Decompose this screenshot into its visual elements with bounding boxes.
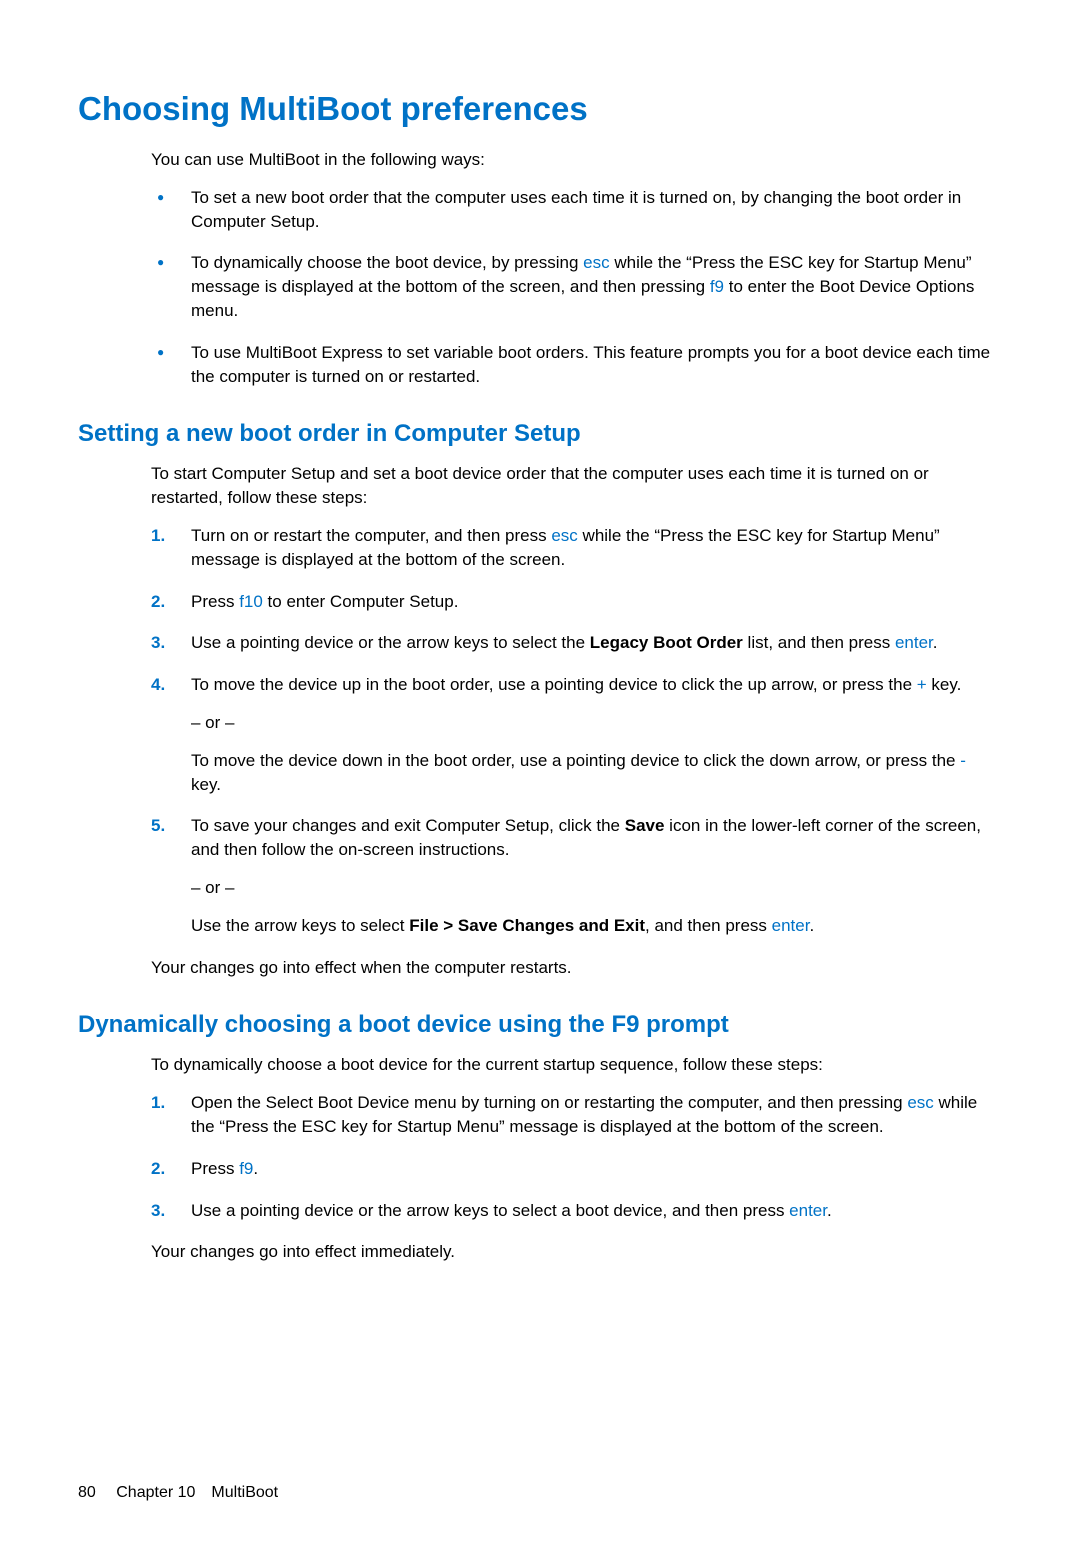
key-minus: -	[960, 751, 966, 770]
text: To move the device up in the boot order,…	[191, 675, 917, 694]
step: To save your changes and exit Computer S…	[151, 814, 998, 937]
section-intro: To start Computer Setup and set a boot d…	[151, 462, 998, 510]
steps-list: Open the Select Boot Device menu by turn…	[151, 1091, 998, 1222]
chapter-label: Chapter 10 MultiBoot	[116, 1484, 278, 1501]
step: To move the device up in the boot order,…	[151, 673, 998, 796]
text: Use a pointing device or the arrow keys …	[191, 633, 590, 652]
page-title: Choosing MultiBoot preferences	[78, 90, 998, 128]
text: Turn on or restart the computer, and the…	[191, 526, 551, 545]
text: .	[827, 1201, 832, 1220]
key-enter: enter	[772, 916, 810, 935]
step: Use a pointing device or the arrow keys …	[151, 1199, 998, 1223]
intro-text: You can use MultiBoot in the following w…	[151, 148, 998, 172]
key-esc: esc	[583, 253, 609, 272]
text: .	[809, 916, 814, 935]
text: .	[933, 633, 938, 652]
text: , and then press	[645, 916, 772, 935]
step: Press f10 to enter Computer Setup.	[151, 590, 998, 614]
page-number: 80	[78, 1484, 96, 1502]
step: Open the Select Boot Device menu by turn…	[151, 1091, 998, 1139]
steps-list: Turn on or restart the computer, and the…	[151, 524, 998, 938]
text: Open the Select Boot Device menu by turn…	[191, 1093, 907, 1112]
key-f9: f9	[239, 1159, 253, 1178]
text: Press	[191, 1159, 239, 1178]
text: To dynamically choose the boot device, b…	[191, 253, 583, 272]
section-intro: To dynamically choose a boot device for …	[151, 1053, 998, 1077]
key-enter: enter	[789, 1201, 827, 1220]
text: Use the arrow keys to select	[191, 916, 409, 935]
text: to enter Computer Setup.	[263, 592, 459, 611]
section-heading: Dynamically choosing a boot device using…	[78, 1011, 998, 1039]
key-f10: f10	[239, 592, 263, 611]
text: Press	[191, 592, 239, 611]
document-page: Choosing MultiBoot preferences You can u…	[0, 0, 1080, 1562]
key-f9: f9	[710, 277, 724, 296]
text: .	[253, 1159, 258, 1178]
key-esc: esc	[551, 526, 577, 545]
bullet-item: To dynamically choose the boot device, b…	[151, 251, 998, 322]
section-heading: Setting a new boot order in Computer Set…	[78, 420, 998, 448]
section-outro: Your changes go into effect immediately.	[151, 1240, 998, 1264]
bold-text: Save	[625, 816, 665, 835]
text: To save your changes and exit Computer S…	[191, 816, 625, 835]
text: list, and then press	[743, 633, 895, 652]
bold-text: Legacy Boot Order	[590, 633, 743, 652]
section-outro: Your changes go into effect when the com…	[151, 956, 998, 980]
text: Use the arrow keys to select File > Save…	[191, 914, 998, 938]
text: key.	[191, 775, 221, 794]
text: To move the device down in the boot orde…	[191, 751, 960, 770]
bullet-item: To set a new boot order that the compute…	[151, 186, 998, 234]
text: Use a pointing device or the arrow keys …	[191, 1201, 789, 1220]
bullet-item: To use MultiBoot Express to set variable…	[151, 341, 998, 389]
text: key.	[927, 675, 962, 694]
text: To move the device down in the boot orde…	[191, 749, 998, 797]
bold-text: File > Save Changes and Exit	[409, 916, 645, 935]
key-enter: enter	[895, 633, 933, 652]
or-separator: – or –	[191, 876, 998, 900]
key-esc: esc	[907, 1093, 933, 1112]
page-footer: 80 Chapter 10 MultiBoot	[78, 1484, 998, 1502]
or-separator: – or –	[191, 711, 998, 735]
intro-bullets: To set a new boot order that the compute…	[151, 186, 998, 389]
key-plus: +	[917, 675, 927, 694]
step: Turn on or restart the computer, and the…	[151, 524, 998, 572]
step: Press f9.	[151, 1157, 998, 1181]
step: Use a pointing device or the arrow keys …	[151, 631, 998, 655]
